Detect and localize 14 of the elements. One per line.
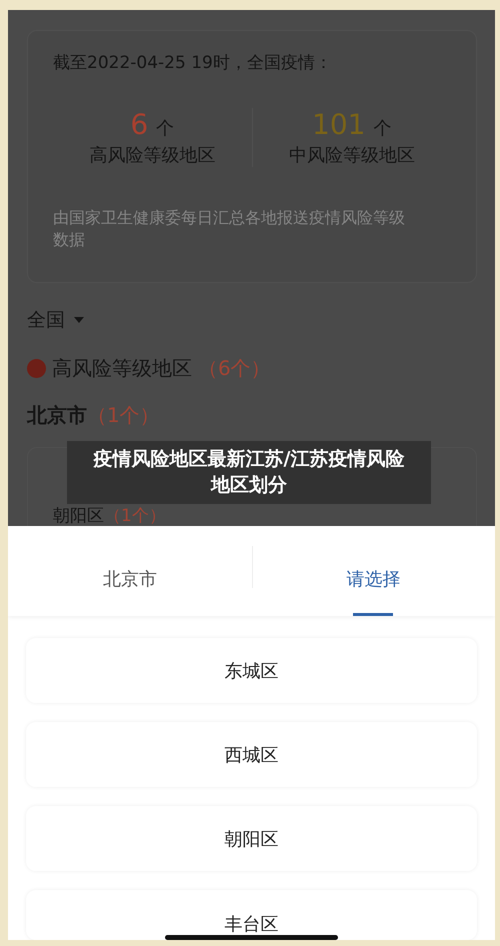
caption-banner: 疫情风险地区最新江苏/江苏疫情风险地区划分 [67, 441, 431, 504]
picker-tab[interactable]: 请选择 [252, 526, 495, 616]
city-count: （1个） [87, 402, 160, 429]
district-option[interactable]: 丰台区 [26, 890, 477, 940]
risk-group-count: （6个） [198, 355, 271, 382]
stat-value: 6 [130, 108, 148, 141]
district-option[interactable]: 东城区 [26, 638, 477, 703]
district-option[interactable]: 西城区 [26, 722, 477, 787]
picker-tab[interactable]: 北京市 [8, 526, 252, 616]
source-note: 由国家卫生健康委每日汇总各地报送疫情风险等级数据 [53, 207, 406, 252]
district-count: （1个） [104, 505, 166, 526]
caret-icon[interactable] [73, 316, 85, 324]
risk-dot [27, 359, 46, 378]
district-option[interactable]: 朝阳区 [26, 806, 477, 871]
